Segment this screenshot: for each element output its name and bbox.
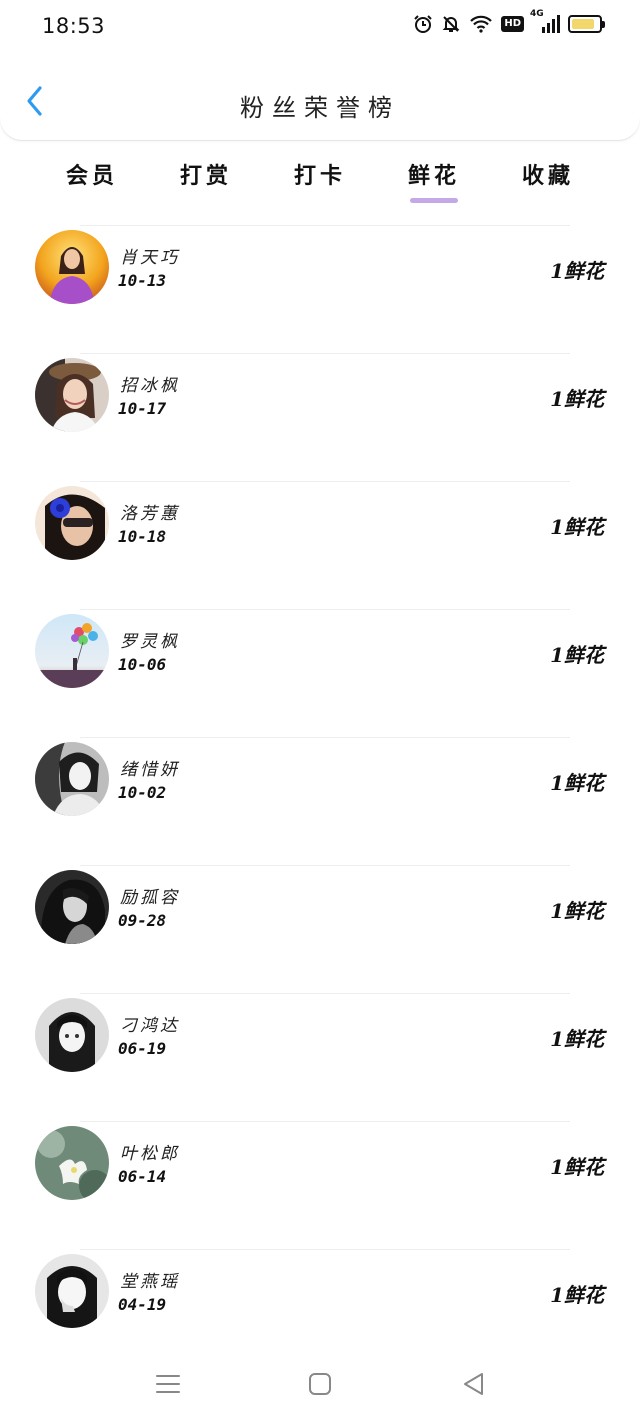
fan-name: 招冰枫 xyxy=(120,376,180,396)
flower-count: 1鲜花 xyxy=(550,1283,604,1307)
divider xyxy=(80,993,570,994)
flower-count: 1鲜花 xyxy=(550,643,604,667)
flower-count: 1鲜花 xyxy=(550,1155,604,1179)
tab-flowers[interactable]: 鲜花 xyxy=(384,158,484,190)
fan-list: 肖天巧 10-13 1鲜花 招冰枫 10-17 1鲜花 洛芳蕙 10-18 1鲜… xyxy=(0,225,640,1377)
app-header: 粉丝荣誉榜 xyxy=(0,56,640,140)
divider xyxy=(80,737,570,738)
tab-favorites[interactable]: 收藏 xyxy=(498,158,598,190)
flower-count: 1鲜花 xyxy=(550,771,604,795)
list-item[interactable]: 罗灵枫 10-06 1鲜花 xyxy=(0,609,640,737)
fan-date: 10-17 xyxy=(118,399,167,418)
flower-count: 1鲜花 xyxy=(550,515,604,539)
signal-indicator: 4G xyxy=(530,9,560,33)
avatar[interactable] xyxy=(35,614,109,688)
avatar[interactable] xyxy=(35,1254,109,1328)
status-time: 18:53 xyxy=(42,14,106,38)
tab-checkin[interactable]: 打卡 xyxy=(270,158,370,190)
fan-date: 06-14 xyxy=(118,1167,167,1186)
flower-count: 1鲜花 xyxy=(550,387,604,411)
fan-date: 10-02 xyxy=(118,783,167,802)
divider xyxy=(80,481,570,482)
fan-name: 肖天巧 xyxy=(120,248,180,268)
fan-date: 10-18 xyxy=(118,527,167,546)
battery-level xyxy=(572,19,594,29)
divider xyxy=(80,1121,570,1122)
tab-member[interactable]: 会员 xyxy=(42,158,142,190)
status-bar: 18:53 HD 4G xyxy=(0,0,640,56)
list-item[interactable]: 刁鸿达 06-19 1鲜花 xyxy=(0,993,640,1121)
back-triangle-icon xyxy=(464,1373,483,1395)
menu-button[interactable] xyxy=(154,1370,182,1398)
fan-date: 04-19 xyxy=(118,1295,167,1314)
avatar[interactable] xyxy=(35,486,109,560)
fan-date: 06-19 xyxy=(118,1039,167,1058)
network-label: 4G xyxy=(530,9,544,19)
wifi-icon xyxy=(470,15,493,33)
divider xyxy=(80,1249,570,1250)
divider xyxy=(80,225,570,226)
list-item[interactable]: 励孤容 09-28 1鲜花 xyxy=(0,865,640,993)
tab-bar: 会员 打赏 打卡 鲜花 收藏 xyxy=(0,150,640,210)
signal-bars-icon xyxy=(542,15,560,33)
battery-icon xyxy=(568,15,605,33)
alarm-icon xyxy=(414,15,433,33)
divider xyxy=(80,609,570,610)
fan-name: 堂燕瑶 xyxy=(120,1272,180,1292)
list-item[interactable]: 绪惜妍 10-02 1鲜花 xyxy=(0,737,640,865)
bell-muted-icon xyxy=(442,16,460,32)
fan-date: 10-06 xyxy=(118,655,167,674)
hd-badge: HD xyxy=(501,16,524,32)
avatar[interactable] xyxy=(35,870,109,944)
fan-name: 洛芳蕙 xyxy=(120,504,180,524)
fan-date: 10-13 xyxy=(118,271,167,290)
home-button[interactable] xyxy=(306,1370,334,1398)
menu-icon xyxy=(156,1375,180,1393)
fan-name: 励孤容 xyxy=(120,888,180,908)
avatar[interactable] xyxy=(35,230,109,304)
status-icons: HD 4G xyxy=(413,9,605,34)
divider xyxy=(80,353,570,354)
list-item[interactable]: 洛芳蕙 10-18 1鲜花 xyxy=(0,481,640,609)
fan-name: 罗灵枫 xyxy=(120,632,180,652)
flower-count: 1鲜花 xyxy=(550,1027,604,1051)
fan-name: 刁鸿达 xyxy=(120,1016,180,1036)
flower-count: 1鲜花 xyxy=(550,259,604,283)
system-back-button[interactable] xyxy=(460,1370,488,1398)
fan-name: 叶松郎 xyxy=(120,1144,180,1164)
list-item[interactable]: 肖天巧 10-13 1鲜花 xyxy=(0,225,640,353)
home-square-icon xyxy=(309,1373,331,1395)
divider xyxy=(80,865,570,866)
fan-name: 绪惜妍 xyxy=(120,760,180,780)
tab-reward[interactable]: 打赏 xyxy=(156,158,256,190)
avatar[interactable] xyxy=(35,742,109,816)
list-item[interactable]: 叶松郎 06-14 1鲜花 xyxy=(0,1121,640,1249)
fan-date: 09-28 xyxy=(118,911,167,930)
avatar[interactable] xyxy=(35,358,109,432)
page-title: 粉丝荣誉榜 xyxy=(240,94,400,122)
system-nav-bar xyxy=(0,1350,640,1422)
active-tab-indicator xyxy=(410,198,458,203)
list-item[interactable]: 招冰枫 10-17 1鲜花 xyxy=(0,353,640,481)
avatar[interactable] xyxy=(35,1126,109,1200)
flower-count: 1鲜花 xyxy=(550,899,604,923)
avatar[interactable] xyxy=(35,998,109,1072)
